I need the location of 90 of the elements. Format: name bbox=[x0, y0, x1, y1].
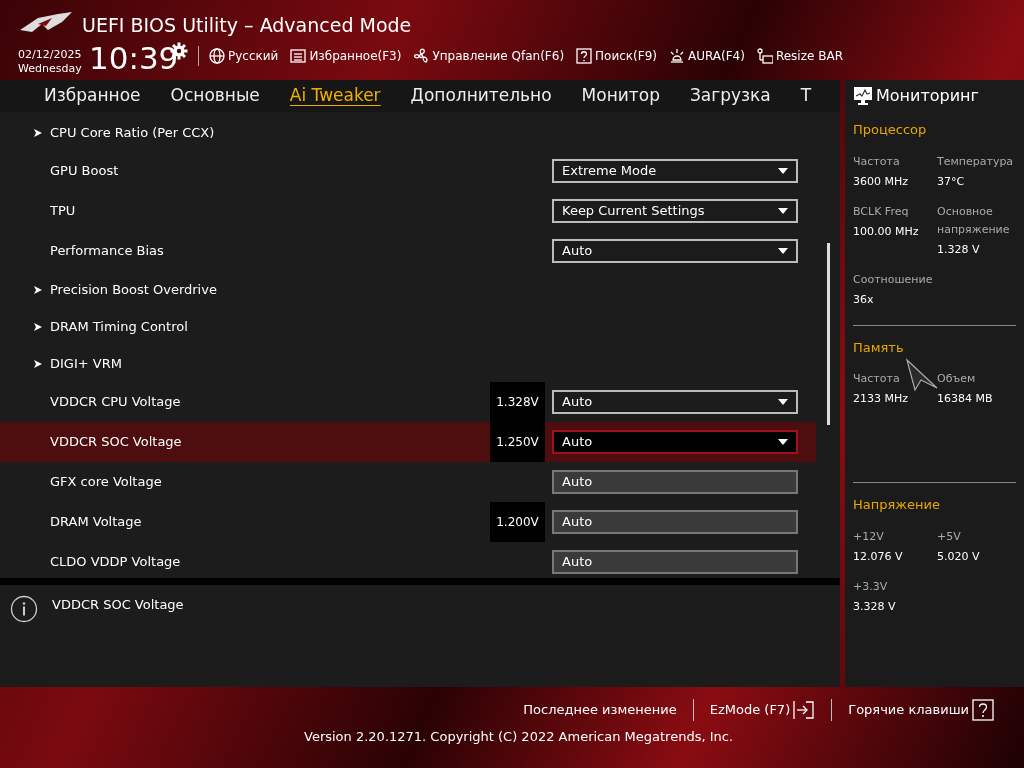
clock-time: 10:39 bbox=[89, 39, 179, 78]
metric-value: 16384 MB bbox=[937, 391, 994, 407]
chevron-icon bbox=[34, 285, 42, 294]
chevron-icon bbox=[34, 322, 42, 331]
section-title: Напряжение bbox=[853, 496, 941, 514]
caret-icon bbox=[778, 399, 788, 405]
metric-label: +3.3V bbox=[853, 578, 889, 595]
metric-label: BCLK Freq bbox=[853, 203, 910, 220]
footer-button[interactable]: Последнее изменение bbox=[507, 700, 693, 720]
date-text: 02/12/2025 bbox=[18, 48, 82, 62]
metric-value: 37°C bbox=[937, 173, 966, 190]
menu-tab[interactable]: Монитор bbox=[581, 80, 675, 110]
toolbar-button[interactable]: Русский bbox=[209, 46, 279, 66]
dropdown[interactable]: Keep Current Settings bbox=[552, 199, 798, 223]
setting-label: VDDCR CPU Voltage bbox=[49, 393, 182, 412]
setting-label: TPU bbox=[49, 202, 77, 221]
metric-value: 100.00 MHz bbox=[853, 223, 920, 240]
metric-label: Объем bbox=[937, 371, 977, 387]
setting-label: Performance Bias bbox=[49, 242, 165, 261]
cursor-icon bbox=[905, 358, 939, 392]
menu-tab[interactable]: T bbox=[800, 80, 827, 110]
scrollbar[interactable] bbox=[827, 243, 830, 425]
info-icon bbox=[10, 595, 38, 623]
chip-icon bbox=[756, 48, 773, 64]
footer-button[interactable]: Горячие клавиши bbox=[832, 699, 1010, 721]
metric-label: Частота bbox=[853, 371, 901, 387]
metric-label: +5V bbox=[937, 528, 962, 545]
weekday-text: Wednesday bbox=[18, 62, 82, 76]
setting-label[interactable]: Precision Boost Overdrive bbox=[50, 279, 816, 300]
metric-value: 36x bbox=[853, 291, 875, 308]
voltage-reading: 1.200V bbox=[490, 502, 545, 542]
toolbar-button[interactable]: AURA(F4) bbox=[669, 46, 745, 66]
metric-label: +12V bbox=[853, 528, 885, 545]
caret-icon bbox=[778, 208, 788, 214]
section-title: Память bbox=[853, 338, 905, 357]
toolbar-button[interactable]: Управление Qfan(F6) bbox=[413, 46, 565, 66]
toolbar-button[interactable]: Resize BAR bbox=[756, 46, 843, 66]
toolbar-button[interactable]: Поиск(F9) bbox=[576, 46, 657, 66]
metric-value: 5.020 V bbox=[937, 548, 981, 565]
help-icon bbox=[576, 48, 593, 64]
help-text: VDDCR SOC Voltage bbox=[52, 596, 184, 614]
metric-value: 12.076 V bbox=[853, 548, 904, 565]
setting-label: DRAM Voltage bbox=[49, 513, 143, 532]
chevron-icon bbox=[34, 359, 42, 368]
value-field: Auto bbox=[552, 550, 798, 574]
menu-tab[interactable]: Загрузка bbox=[689, 80, 786, 110]
setting-label: VDDCR SOC Voltage bbox=[49, 433, 183, 452]
metric-value: 1.328 V bbox=[937, 241, 981, 258]
chevron-icon bbox=[34, 128, 42, 137]
footer-button[interactable]: EzMode (F7) bbox=[693, 700, 832, 720]
lamp-icon bbox=[669, 48, 685, 64]
voltage-reading: 1.250V bbox=[490, 422, 545, 462]
menu-tab[interactable]: Дополнительно bbox=[410, 80, 567, 110]
section-title: Процессор bbox=[853, 121, 928, 139]
value-field: Auto bbox=[552, 510, 798, 534]
dropdown[interactable]: Auto bbox=[552, 239, 798, 263]
setting-label: GFX core Voltage bbox=[49, 473, 163, 492]
metric-value: 3.328 V bbox=[853, 598, 897, 615]
globe-icon bbox=[209, 48, 225, 64]
version-text: Version 2.20.1271. Copyright (C) 2022 American Megatrends, Inc. bbox=[304, 728, 734, 746]
value-field: Auto bbox=[552, 470, 798, 494]
monitor-icon bbox=[853, 86, 873, 106]
metric-value: 3600 MHz bbox=[853, 173, 910, 190]
voltage-reading: 1.328V bbox=[490, 382, 545, 422]
metric-label: Основное напряжение bbox=[937, 203, 1011, 238]
menu-tab[interactable]: Ai Tweaker bbox=[289, 80, 396, 110]
setting-label[interactable]: DRAM Timing Control bbox=[50, 316, 816, 337]
window-title: UEFI BIOS Utility – Advanced Mode bbox=[82, 13, 412, 38]
setting-label[interactable]: DIGI+ VRM bbox=[50, 353, 816, 374]
metric-label: Частота bbox=[853, 153, 901, 170]
dropdown[interactable]: Extreme Mode bbox=[552, 159, 798, 183]
metric-label: Температура bbox=[937, 153, 1015, 170]
setting-label: GPU Boost bbox=[49, 162, 120, 181]
fan-icon bbox=[413, 48, 430, 64]
caret-icon bbox=[778, 168, 788, 174]
panel-title: Мониторинг bbox=[876, 85, 979, 107]
setting-label[interactable]: CPU Core Ratio (Per CCX) bbox=[50, 122, 816, 143]
caret-icon bbox=[778, 439, 788, 445]
list-icon bbox=[290, 48, 307, 64]
toolbar-button[interactable]: Избранное(F3) bbox=[290, 46, 402, 66]
help-icon bbox=[972, 699, 994, 721]
menu-tab[interactable]: Основные bbox=[170, 80, 275, 110]
setting-label: CLDO VDDP Voltage bbox=[49, 553, 182, 572]
metric-value: 2133 MHz bbox=[853, 391, 910, 407]
menu-tab[interactable]: Избранное bbox=[44, 80, 156, 110]
dropdown[interactable]: Auto bbox=[552, 390, 798, 414]
exit-icon bbox=[793, 700, 816, 720]
dropdown[interactable]: Auto bbox=[552, 430, 798, 454]
caret-icon bbox=[778, 248, 788, 254]
metric-label: Соотношение bbox=[853, 271, 934, 288]
